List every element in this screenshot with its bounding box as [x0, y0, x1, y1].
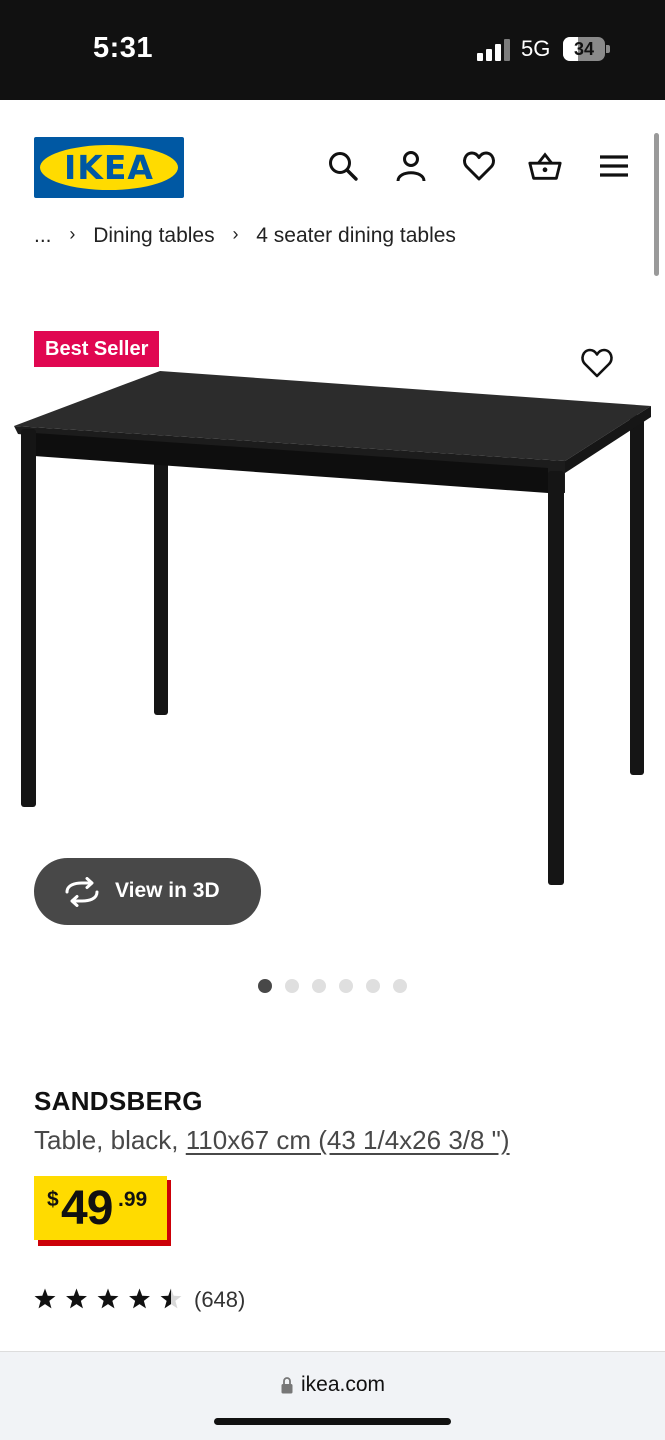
- breadcrumb-4-seater[interactable]: 4 seater dining tables: [256, 224, 456, 248]
- gallery-dot[interactable]: [285, 979, 299, 993]
- network-type: 5G: [521, 36, 551, 61]
- star-icon: [66, 1288, 87, 1309]
- battery-tip: [606, 45, 610, 53]
- breadcrumb-dining-tables[interactable]: Dining tables: [93, 224, 214, 248]
- lock-icon: [281, 1377, 293, 1394]
- gallery-dot[interactable]: [312, 979, 326, 993]
- chevron-right-icon: ›: [232, 224, 239, 244]
- status-bar: 5:31 5G 34: [0, 0, 665, 100]
- star-icon: [34, 1288, 56, 1309]
- rating-stars: [34, 1288, 182, 1309]
- logo-text: IKEA: [64, 148, 154, 187]
- url-text: ikea.com: [301, 1373, 386, 1396]
- signal-icon: [477, 39, 510, 61]
- breadcrumb-ellipsis[interactable]: ...: [34, 224, 52, 248]
- browser-url-bar[interactable]: ikea.com: [0, 1351, 665, 1440]
- product-image[interactable]: [0, 365, 665, 895]
- rating-count: (648): [194, 1287, 246, 1312]
- gallery-dot[interactable]: [393, 979, 407, 993]
- best-seller-badge: Best Seller: [34, 331, 160, 367]
- site-header: IKEA: [0, 100, 665, 230]
- price-integer: 49: [61, 1182, 113, 1235]
- price-tag: $ 49 .99: [34, 1176, 167, 1240]
- price-currency: $: [47, 1188, 59, 1211]
- page-scrollbar[interactable]: [654, 133, 659, 276]
- account-icon[interactable]: [393, 148, 429, 184]
- cart-icon[interactable]: [527, 148, 563, 184]
- favourites-icon[interactable]: [461, 148, 497, 184]
- status-time: 5:31: [93, 32, 154, 64]
- star-icon: [129, 1288, 150, 1309]
- gallery-dot[interactable]: [339, 979, 353, 993]
- view-in-3d-label: View in 3D: [115, 879, 220, 902]
- view-in-3d-button[interactable]: View in 3D: [34, 858, 261, 925]
- heart-icon[interactable]: [579, 345, 615, 381]
- breadcrumb: ... › Dining tables › 4 seater dining ta…: [34, 224, 456, 254]
- search-icon[interactable]: [325, 148, 361, 184]
- chevron-right-icon: ›: [69, 224, 76, 244]
- product-description: Table, black, 110x67 cm (43 1/4x26 3/8 "…: [34, 1125, 510, 1156]
- ikea-logo[interactable]: IKEA: [34, 137, 184, 198]
- battery-level: 34: [573, 39, 595, 59]
- home-indicator[interactable]: [214, 1418, 451, 1425]
- menu-icon[interactable]: [596, 148, 632, 184]
- product-dimensions-link[interactable]: 110x67 cm (43 1/4x26 3/8 "): [186, 1125, 510, 1155]
- rotate-3d-icon: [65, 877, 99, 907]
- gallery-dot[interactable]: [258, 979, 272, 993]
- star-icon: [97, 1288, 119, 1309]
- price-decimal: .99: [118, 1188, 148, 1211]
- product-name: SANDSBERG: [34, 1086, 203, 1116]
- battery-icon: 34: [563, 37, 605, 61]
- star-icon: [160, 1288, 182, 1309]
- gallery-dot[interactable]: [366, 979, 380, 993]
- product-type: Table, black,: [34, 1125, 186, 1155]
